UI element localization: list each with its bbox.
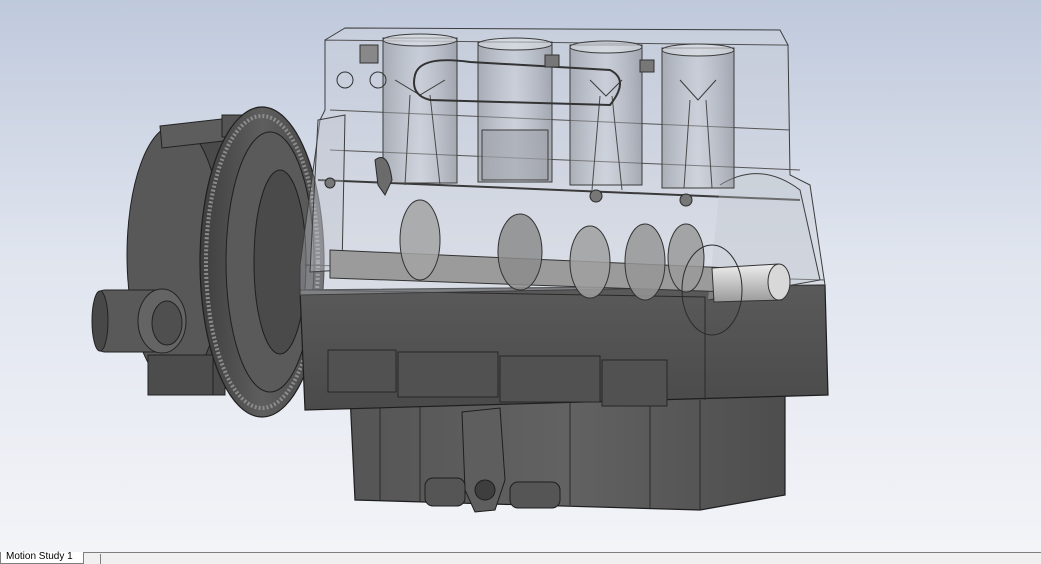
tab-motion-study-1[interactable]: Motion Study 1 bbox=[0, 552, 84, 564]
tab-divider bbox=[100, 554, 101, 564]
oil-sump bbox=[349, 394, 786, 513]
graphics-viewport[interactable] bbox=[0, 0, 1041, 552]
crankcase bbox=[299, 284, 829, 411]
tab-label: Motion Study 1 bbox=[6, 551, 73, 562]
engine-model-render[interactable] bbox=[0, 0, 1041, 552]
cylinder-3 bbox=[569, 40, 643, 191]
cylinder-1 bbox=[382, 33, 458, 186]
cylinder-2 bbox=[477, 37, 553, 183]
cylinder-4 bbox=[661, 43, 735, 189]
bottom-tab-bar: Motion Study 1 bbox=[0, 552, 1041, 564]
